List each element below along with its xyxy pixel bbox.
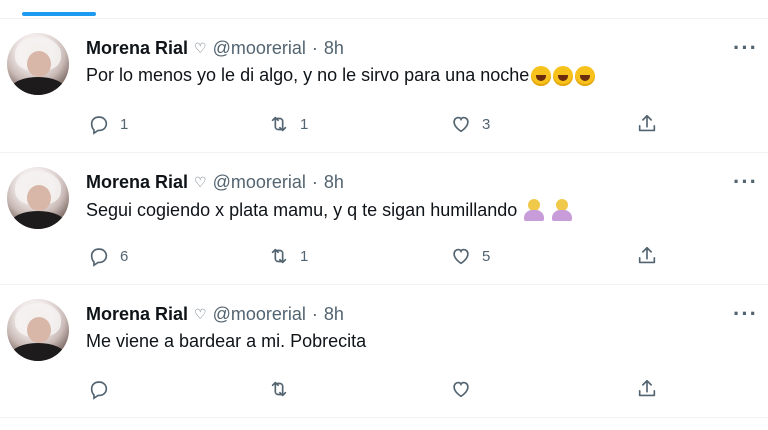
separator-dot: · — [311, 171, 318, 192]
display-name[interactable]: Morena Rial — [86, 38, 188, 59]
tweet[interactable]: Morena Rial ♡ @moorerial · 8h ··· Me vie… — [0, 285, 768, 418]
tweet-text-body: Por lo menos yo le di algo, y no le sirv… — [86, 65, 530, 85]
user-handle[interactable]: @moorerial — [213, 172, 306, 193]
avatar[interactable] — [7, 299, 69, 361]
tweet-actions: 6 1 5 — [88, 244, 658, 268]
reply-icon — [88, 245, 110, 267]
like-count: 5 — [482, 247, 491, 265]
user-handle[interactable]: @moorerial — [213, 38, 306, 59]
tweet-text: Por lo menos yo le di algo, y no le sirv… — [86, 65, 596, 86]
reply-icon — [88, 113, 110, 135]
retweet-count: 1 — [300, 115, 309, 133]
reply-button[interactable]: 1 — [88, 112, 128, 136]
retweet-icon — [268, 245, 290, 267]
share-button[interactable] — [636, 112, 658, 136]
reply-button[interactable] — [88, 377, 120, 401]
tweet-text: Segui cogiendo x plata mamu, y q te siga… — [86, 199, 573, 221]
more-icon[interactable]: ··· — [733, 35, 758, 61]
like-icon — [450, 113, 472, 135]
tweet-header: Morena Rial ♡ @moorerial · 8h — [86, 37, 344, 59]
display-name[interactable]: Morena Rial — [86, 172, 188, 193]
retweet-button[interactable] — [268, 377, 300, 401]
tweet-actions: 1 1 3 — [88, 112, 658, 136]
reply-button[interactable]: 6 — [88, 244, 128, 268]
avatar[interactable] — [7, 167, 69, 229]
share-button[interactable] — [636, 377, 658, 401]
active-tab-indicator — [22, 12, 96, 16]
like-button[interactable]: 5 — [450, 244, 490, 268]
retweet-button[interactable]: 1 — [268, 112, 308, 136]
tweet[interactable]: Morena Rial ♡ @moorerial · 8h ··· Por lo… — [0, 19, 768, 153]
tweet[interactable]: Morena Rial ♡ @moorerial · 8h ··· Segui … — [0, 153, 768, 285]
tweet-header: Morena Rial ♡ @moorerial · 8h — [86, 303, 344, 325]
share-button[interactable] — [636, 244, 658, 268]
tweet-header: Morena Rial ♡ @moorerial · 8h — [86, 171, 344, 193]
user-handle[interactable]: @moorerial — [213, 304, 306, 325]
heart-badge-icon: ♡ — [194, 173, 207, 190]
retweet-count: 1 — [300, 247, 309, 265]
like-button[interactable]: 3 — [450, 112, 490, 136]
tweet-text-body: Me viene a bardear a mi. Pobrecita — [86, 331, 367, 351]
more-icon[interactable]: ··· — [733, 301, 758, 327]
like-icon — [450, 378, 472, 400]
timestamp[interactable]: 8h — [324, 172, 344, 193]
like-icon — [450, 245, 472, 267]
laughing-emoji-icon — [553, 65, 574, 86]
share-icon — [636, 378, 658, 400]
like-button[interactable] — [450, 377, 482, 401]
like-count: 3 — [482, 115, 491, 133]
share-icon — [636, 245, 658, 267]
share-icon — [636, 113, 658, 135]
reply-count: 1 — [120, 115, 129, 133]
retweet-icon — [268, 113, 290, 135]
separator-dot: · — [311, 303, 318, 324]
tweet-text-body: Segui cogiendo x plata mamu, y q te siga… — [86, 199, 518, 220]
retweet-icon — [268, 378, 290, 400]
avatar[interactable] — [7, 33, 69, 95]
timestamp[interactable]: 8h — [324, 38, 344, 59]
tweet-actions — [88, 377, 658, 401]
laughing-emoji-icon — [575, 65, 596, 86]
heart-badge-icon: ♡ — [194, 305, 207, 322]
tab-bar — [0, 0, 768, 19]
separator-dot: · — [311, 37, 318, 58]
reply-icon — [88, 378, 110, 400]
timestamp[interactable]: 8h — [324, 304, 344, 325]
heart-badge-icon: ♡ — [194, 39, 207, 56]
more-icon[interactable]: ··· — [733, 169, 758, 195]
reply-count: 6 — [120, 247, 129, 265]
laughing-emoji-icon — [531, 65, 552, 86]
retweet-button[interactable]: 1 — [268, 244, 308, 268]
person-shrugging-emoji-icon — [551, 199, 573, 221]
tweet-text: Me viene a bardear a mi. Pobrecita — [86, 331, 366, 352]
person-shrugging-emoji-icon — [523, 199, 545, 221]
display-name[interactable]: Morena Rial — [86, 304, 188, 325]
